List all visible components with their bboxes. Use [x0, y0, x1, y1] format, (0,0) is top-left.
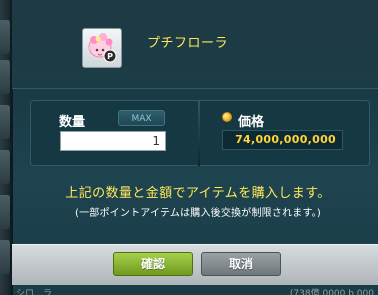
confirm-message: 上記の数量と金額でアイテムを購入します。: [65, 186, 331, 201]
item-name: プチフローラ: [147, 36, 229, 51]
background-slot: [0, 60, 11, 94]
item-slot[interactable]: P: [82, 28, 122, 68]
coin-icon: [222, 112, 232, 122]
background-meso-text: (738億 0000 b 000: [289, 289, 374, 295]
price-value: 74,000,000,000: [222, 130, 343, 150]
price-label: 価格: [238, 115, 265, 130]
max-button[interactable]: MAX: [118, 110, 165, 126]
flower-item-icon: P: [88, 33, 117, 63]
confirm-button[interactable]: 確認: [113, 252, 193, 276]
purchase-screen: P プチフローラ 数量 MAX 1 価格 74,000,000,000 上記の数…: [0, 0, 378, 295]
panel-divider: [198, 100, 200, 166]
background-slot: [0, 20, 11, 54]
quantity-input[interactable]: 1: [60, 131, 166, 151]
svg-text:P: P: [107, 52, 113, 61]
background-slot: [0, 150, 11, 184]
restriction-note: (一部ポイントアイテムは購入後交換が制限されます。): [74, 208, 321, 219]
button-bar: [12, 244, 378, 285]
background-text: シロ…ラ: [16, 289, 53, 295]
quantity-label: 数量: [59, 115, 86, 130]
background-slot: [0, 240, 11, 274]
cancel-button[interactable]: 取消: [201, 252, 281, 276]
background-game-ui: [0, 0, 12, 295]
background-slot: [0, 105, 11, 139]
